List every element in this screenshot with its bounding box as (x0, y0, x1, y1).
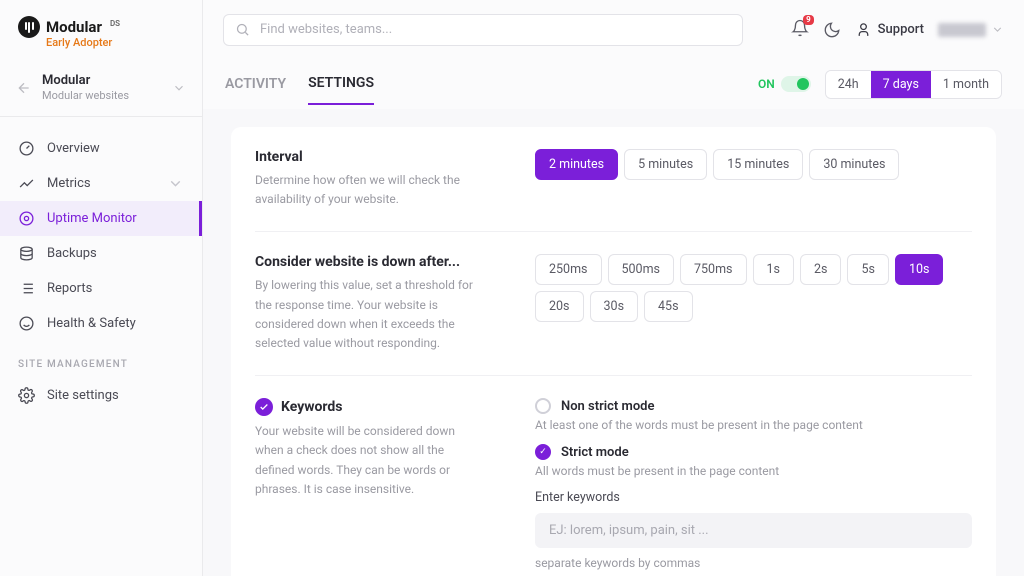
nav-overview[interactable]: Overview (0, 131, 202, 166)
mode-non-strict[interactable]: Non strict mode (535, 398, 972, 414)
user-menu[interactable] (938, 23, 1004, 37)
site-name: Modular (42, 73, 162, 88)
range-24h[interactable]: 24h (826, 71, 871, 98)
down-after-title: Consider website is down after... (255, 254, 485, 270)
setting-down-after: Consider website is down after... By low… (255, 232, 972, 376)
interval-opt-2min[interactable]: 2 minutes (535, 149, 618, 180)
chart-icon (18, 175, 35, 192)
down-opt-45s[interactable]: 45s (644, 291, 693, 322)
list-icon (18, 280, 35, 297)
toggle-label: ON (758, 77, 775, 91)
down-opt-30s[interactable]: 30s (590, 291, 639, 322)
nav-site-settings[interactable]: Site settings (0, 378, 202, 413)
down-opt-1s[interactable]: 1s (753, 254, 794, 285)
nav-reports[interactable]: Reports (0, 271, 202, 306)
keywords-input[interactable] (535, 513, 972, 548)
down-opt-750ms[interactable]: 750ms (680, 254, 747, 285)
chevron-down-icon (991, 23, 1004, 36)
brand-tagline: Early Adopter (46, 36, 184, 49)
support-link[interactable]: Support (855, 21, 924, 38)
non-strict-desc: At least one of the words must be presen… (535, 418, 972, 432)
gear-icon (18, 387, 35, 404)
user-icon (855, 21, 872, 38)
database-icon (18, 245, 35, 262)
down-opt-10s[interactable]: 10s (895, 254, 944, 285)
keywords-desc: Your website will be considered down whe… (255, 422, 485, 499)
uptime-icon (18, 210, 35, 227)
logo-icon (18, 16, 40, 38)
notifications-button[interactable]: 9 (791, 19, 809, 41)
keywords-title: Keywords (281, 399, 343, 415)
interval-title: Interval (255, 149, 485, 165)
logo-area: Modular DS Early Adopter (0, 0, 202, 59)
interval-opt-30min[interactable]: 30 minutes (809, 149, 899, 180)
nav-section-label: SITE MANAGEMENT (0, 341, 202, 378)
chevron-down-icon (172, 81, 186, 95)
back-arrow-icon (16, 80, 32, 96)
keywords-hint: separate keywords by commas (535, 556, 972, 570)
search-input[interactable] (223, 14, 743, 46)
setting-interval: Interval Determine how often we will che… (255, 127, 972, 232)
nav-metrics[interactable]: Metrics (0, 166, 202, 201)
down-opt-20s[interactable]: 20s (535, 291, 584, 322)
tab-activity[interactable]: ACTIVITY (225, 64, 286, 104)
interval-desc: Determine how often we will check the av… (255, 171, 485, 209)
site-subtitle: Modular websites (42, 89, 162, 102)
down-after-desc: By lowering this value, set a threshold … (255, 276, 485, 353)
chevron-down-icon (167, 175, 184, 192)
gauge-icon (18, 140, 35, 157)
range-7days[interactable]: 7 days (871, 71, 931, 98)
down-opt-500ms[interactable]: 500ms (608, 254, 675, 285)
site-selector[interactable]: Modular Modular websites (0, 59, 202, 117)
nav-health-safety[interactable]: Health & Safety (0, 306, 202, 341)
nav-uptime-monitor[interactable]: Uptime Monitor (0, 201, 202, 236)
monitor-toggle[interactable]: ON (758, 76, 811, 92)
interval-opt-5min[interactable]: 5 minutes (624, 149, 707, 180)
nav-backups[interactable]: Backups (0, 236, 202, 271)
down-opt-5s[interactable]: 5s (847, 254, 888, 285)
time-range-segment: 24h 7 days 1 month (825, 70, 1002, 99)
notification-badge: 9 (803, 15, 814, 25)
interval-opt-15min[interactable]: 15 minutes (713, 149, 803, 180)
check-circle-icon (255, 398, 273, 416)
setting-keywords: Keywords Your website will be considered… (255, 376, 972, 576)
search-icon (235, 22, 250, 37)
strict-desc: All words must be present in the page co… (535, 464, 972, 478)
keywords-input-label: Enter keywords (535, 490, 972, 505)
radio-checked-icon (535, 444, 551, 460)
down-opt-2s[interactable]: 2s (800, 254, 841, 285)
brand-name: Modular (46, 18, 102, 36)
smile-icon (18, 315, 35, 332)
user-name-blurred (938, 23, 986, 37)
radio-unchecked-icon (535, 398, 551, 414)
brand-suffix: DS (110, 19, 120, 28)
tab-settings[interactable]: SETTINGS (308, 63, 374, 105)
mode-strict[interactable]: Strict mode (535, 444, 972, 460)
down-opt-250ms[interactable]: 250ms (535, 254, 602, 285)
theme-toggle[interactable] (823, 21, 841, 39)
range-1month[interactable]: 1 month (931, 71, 1001, 98)
